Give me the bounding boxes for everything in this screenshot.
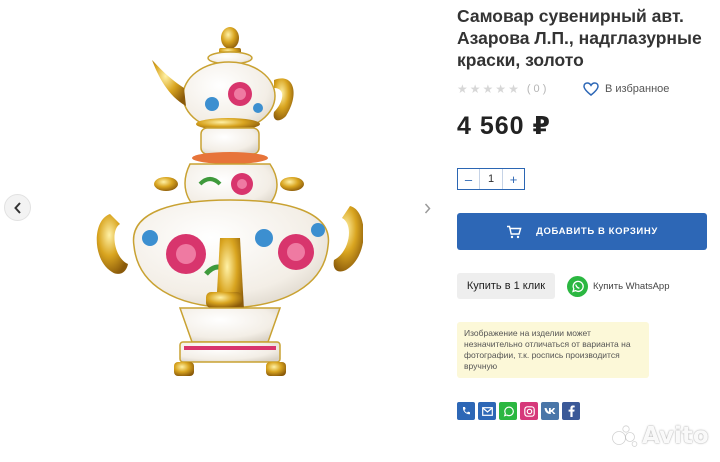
chevron-right-icon — [424, 203, 431, 213]
samovar-image — [96, 27, 363, 376]
favorite-label: В избранное — [605, 83, 670, 95]
star-icon: ★ — [469, 82, 481, 96]
quantity-input[interactable]: 1 — [479, 169, 503, 189]
product-gallery — [0, 0, 445, 462]
review-count[interactable]: ( 0 ) — [527, 83, 547, 95]
facebook-icon[interactable] — [562, 402, 580, 420]
star-icon: ★ — [482, 82, 494, 96]
vk-icon[interactable] — [541, 402, 559, 420]
star-icon: ★ — [508, 82, 519, 96]
handmade-notice: Изображение на изделии может незначитель… — [457, 322, 649, 378]
whatsapp-share-icon[interactable] — [499, 402, 517, 420]
phone-icon[interactable] — [457, 402, 475, 420]
gallery-next-button[interactable] — [420, 199, 434, 217]
whatsapp-icon — [567, 275, 588, 297]
product-info: Самовар сувенирный авт. Азарова Л.П., на… — [457, 0, 720, 462]
star-icon: ★ — [457, 82, 468, 96]
instagram-icon[interactable] — [520, 402, 538, 420]
whatsapp-label: Купить WhatsApp — [593, 280, 670, 292]
star-icon: ★ — [495, 82, 507, 96]
whatsapp-buy-button[interactable]: Купить WhatsApp — [567, 275, 670, 297]
add-to-cart-button[interactable]: ДОБАВИТЬ В КОРЗИНУ — [457, 213, 707, 250]
watermark-text: Avito — [642, 423, 709, 449]
heart-icon — [583, 82, 599, 96]
email-icon[interactable] — [478, 402, 496, 420]
rating-row: ★ ★ ★ ★ ★ ( 0 ) В избранное — [457, 80, 715, 98]
add-to-cart-label: ДОБАВИТЬ В КОРЗИНУ — [536, 226, 658, 237]
avito-watermark: Avito — [612, 422, 709, 450]
buy-one-click-button[interactable]: Купить в 1 клик — [457, 273, 555, 299]
chevron-left-icon — [13, 201, 21, 214]
product-price: 4 560 ₽ — [457, 112, 551, 140]
product-title: Самовар сувенирный авт. Азарова Л.П., на… — [457, 6, 702, 70]
cart-icon — [506, 225, 522, 239]
quantity-stepper: – 1 + — [457, 168, 525, 190]
quantity-decrease-button[interactable]: – — [458, 169, 479, 189]
rating-stars[interactable]: ★ ★ ★ ★ ★ — [457, 83, 519, 95]
quantity-increase-button[interactable]: + — [503, 169, 524, 189]
favorite-button[interactable]: В избранное — [583, 80, 669, 98]
social-share — [457, 402, 580, 420]
avito-logo-icon — [612, 425, 638, 447]
gallery-prev-button[interactable] — [4, 194, 31, 221]
